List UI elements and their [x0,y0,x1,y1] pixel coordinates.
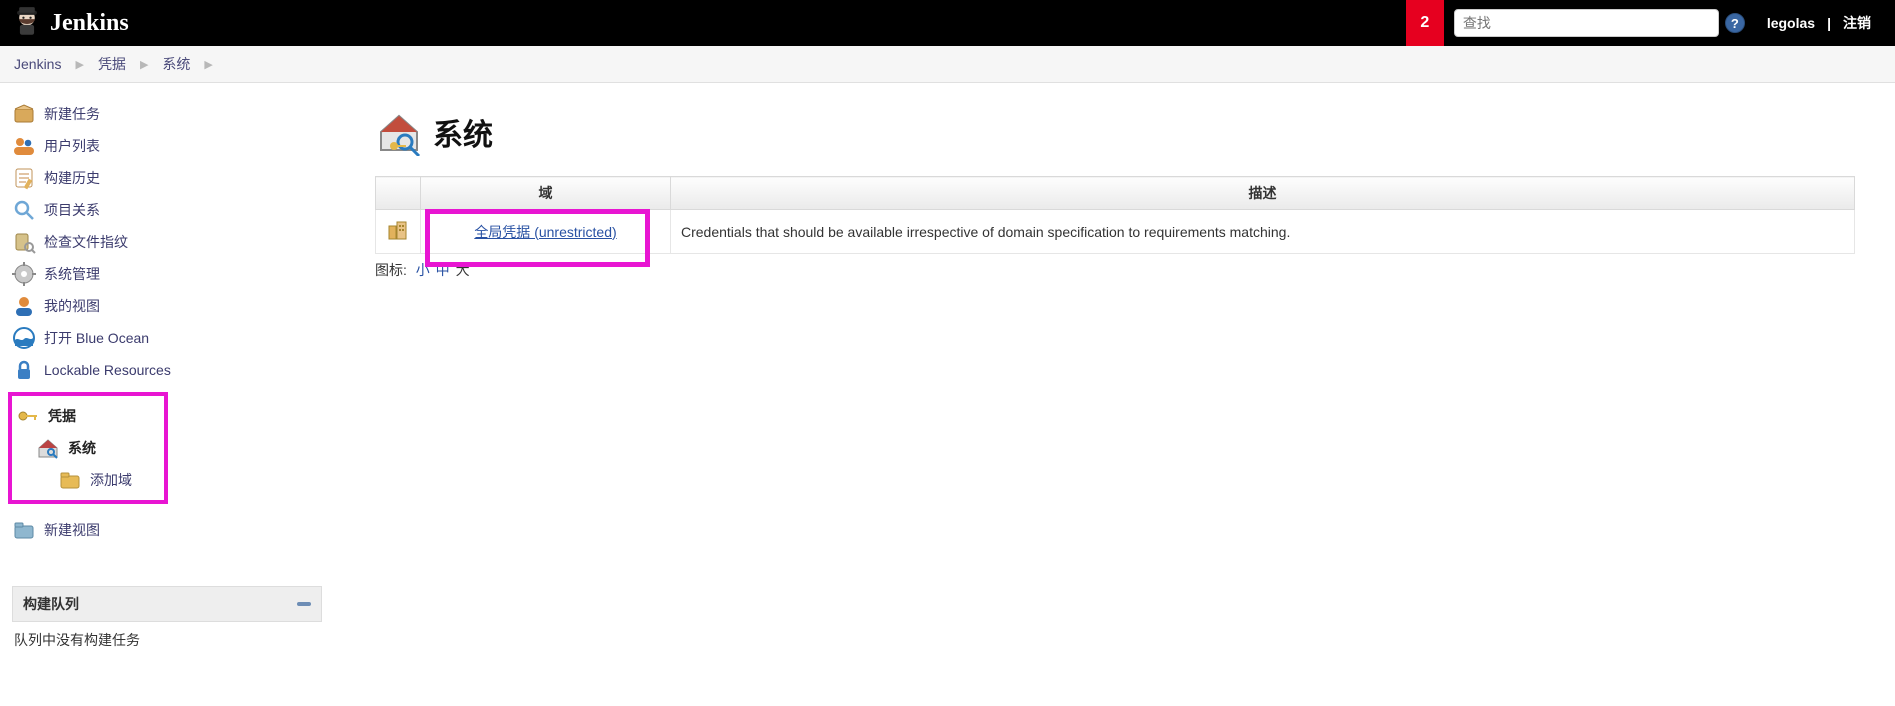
build-queue-widget: 构建队列 队列中没有构建任务 [12,586,322,658]
brand-area[interactable]: Jenkins [0,5,139,42]
collapse-icon[interactable] [297,602,311,606]
page-title: 系统 [433,110,493,154]
sidebar-item-history[interactable]: 构建历史 [12,162,335,194]
row-desc-cell: Credentials that should be available irr… [671,210,1855,254]
icon-size-row: 图标: 小 中 大 [375,260,1855,280]
credentials-table: 域 描述 全局凭据 (unrestricted) Cr [375,176,1855,254]
top-bar: Jenkins 2 ? legolas | 注销 [0,0,1895,46]
gear-icon [12,262,36,286]
chevron-right-icon: ▶ [75,58,83,71]
person-icon [12,294,36,318]
col-icon [376,177,421,210]
table-row: 全局凭据 (unrestricted) Credentials that sho… [376,210,1855,254]
sidebar-item-fingerprint[interactable]: 检查文件指纹 [12,226,335,258]
search-area: ? [1454,9,1745,37]
sidebar-item-lockable[interactable]: Lockable Resources [12,354,335,386]
buildings-icon [386,229,410,245]
package-icon [12,102,36,126]
folder-icon [12,518,36,542]
global-credentials-link[interactable]: 全局凭据 (unrestricted) [474,224,616,240]
breadcrumb: Jenkins ▶ 凭据 ▶ 系统 ▶ [0,46,1895,83]
folder-add-icon [58,468,82,492]
key-icon [16,404,40,428]
user-area: legolas | 注销 [1751,13,1895,33]
lock-icon [12,358,36,382]
username[interactable]: legolas [1767,15,1815,31]
brand-text: Jenkins [50,10,129,37]
people-icon [12,134,36,158]
main-content: 系统 域 描述 [335,83,1895,658]
chevron-right-icon: ▶ [140,58,148,71]
row-icon-cell [376,210,421,254]
notepad-icon [12,166,36,190]
sidebar-item-users[interactable]: 用户列表 [12,130,335,162]
build-queue-title: 构建队列 [23,594,79,614]
icon-size-label: 图标: [375,262,407,278]
house-search-icon [375,108,423,156]
search-icon [12,198,36,222]
page-title-row: 系统 [375,108,1855,156]
icon-size-small[interactable]: 小 [416,262,430,278]
sidebar-item-blueocean[interactable]: 打开 Blue Ocean [12,322,335,354]
crumb-credentials[interactable]: 凭据 [98,54,126,74]
build-queue-header[interactable]: 构建队列 [12,586,322,622]
col-description[interactable]: 描述 [671,177,1855,210]
sidebar-item-new[interactable]: 新建任务 [12,98,335,130]
sidebar-item-system[interactable]: 系统 [16,432,164,464]
sidebar-item-myviews[interactable]: 我的视图 [12,290,335,322]
sidebar-item-manage[interactable]: 系统管理 [12,258,335,290]
fingerprint-icon [12,230,36,254]
sidebar: 新建任务 用户列表 构建历史 项目关系 检查文件指纹 系统管理 [0,83,335,658]
logout-link[interactable]: 注销 [1843,13,1871,33]
notification-count[interactable]: 2 [1406,0,1444,46]
chevron-right-icon: ▶ [204,58,212,71]
col-domain[interactable]: 域 [421,177,671,210]
icon-size-medium[interactable]: 中 [436,262,450,278]
icon-size-large[interactable]: 大 [456,262,470,278]
sidebar-item-relations[interactable]: 项目关系 [12,194,335,226]
sidebar-item-newview[interactable]: 新建视图 [12,514,335,546]
row-name-cell: 全局凭据 (unrestricted) [421,210,671,254]
blueocean-icon [12,326,36,350]
crumb-system[interactable]: 系统 [162,54,190,74]
search-input[interactable] [1454,9,1719,37]
sidebar-item-credentials[interactable]: 凭据 [16,400,164,432]
help-icon[interactable]: ? [1725,13,1745,33]
crumb-jenkins[interactable]: Jenkins [14,56,61,72]
sidebar-item-add-domain[interactable]: 添加域 [16,464,164,496]
jenkins-logo-icon [10,5,44,42]
house-search-icon [36,436,60,460]
sidebar-credentials-group: 凭据 系统 添加域 [8,392,168,504]
build-queue-empty: 队列中没有构建任务 [12,622,322,658]
